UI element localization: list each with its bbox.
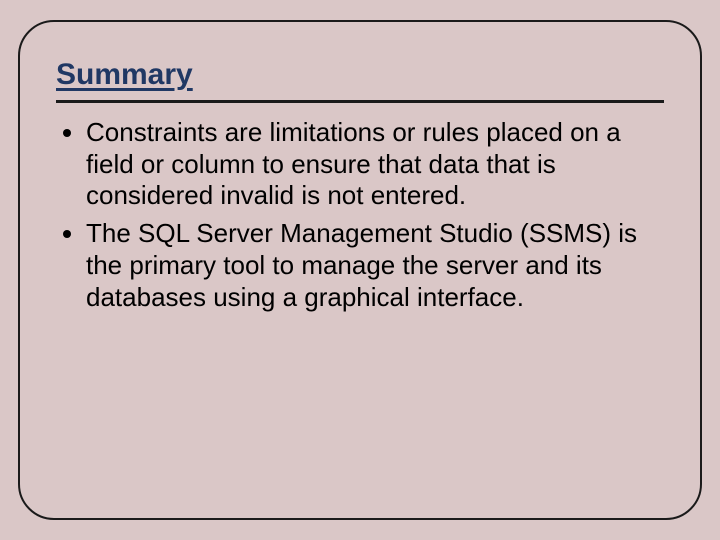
bullet-list: Constraints are limitations or rules pla… bbox=[56, 117, 664, 313]
title-divider bbox=[56, 100, 664, 103]
slide-background: Summary Constraints are limitations or r… bbox=[0, 0, 720, 540]
slide-title: Summary bbox=[56, 58, 664, 92]
slide-card: Summary Constraints are limitations or r… bbox=[18, 20, 702, 520]
list-item: The SQL Server Management Studio (SSMS) … bbox=[86, 218, 664, 313]
list-item: Constraints are limitations or rules pla… bbox=[86, 117, 664, 212]
